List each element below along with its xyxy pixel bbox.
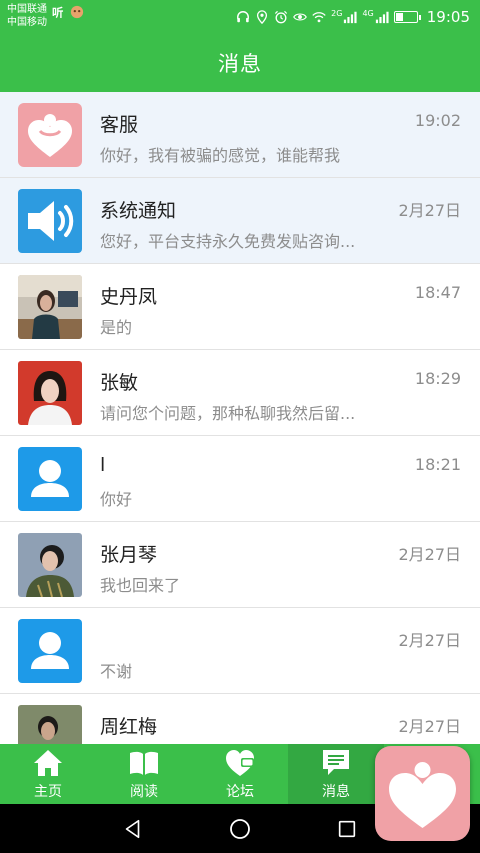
eye-comfort-icon [293,13,308,21]
book-icon [130,751,158,775]
message-time: 2月27日 [398,201,461,220]
message-time: 2月27日 [398,717,461,736]
message-preview: 我也回来了 [100,576,181,595]
avatar-photo [18,361,82,425]
status-right: 2G 4G 19:05 [236,6,470,28]
contact-name: 客服 [100,114,139,136]
headset-icon [237,11,250,23]
contact-name: 张敏 [100,372,139,394]
floating-app-button[interactable] [375,746,470,841]
nav-home-button[interactable] [220,809,260,849]
default-user-icon [31,460,69,497]
app-notification-icon [70,5,84,19]
heart-chat-icon [226,750,254,776]
avatar [18,447,82,511]
message-time: 18:29 [414,369,461,388]
tab-label: 主页 [34,784,62,800]
nav-back-button[interactable] [113,809,153,849]
back-icon [126,819,140,838]
avatar-photo [18,533,82,597]
tab-reading[interactable]: 阅读 [96,744,192,804]
contact-name: l [100,454,106,476]
tab-home[interactable]: 主页 [0,744,96,804]
alarm-icon [275,10,288,24]
avatar-photo [18,275,82,339]
wifi-icon [312,12,326,23]
signal-1-icon [344,11,358,24]
listen-app-icon: 听 [52,5,64,19]
message-row-customer-service[interactable]: 客服 19:02 你好，我有被骗的感觉，谁能帮我 [0,92,480,178]
network-type-2: 4G [362,8,374,18]
message-time: 18:47 [414,283,461,302]
person-photo [18,361,82,425]
message-row[interactable]: 张月琴 2月27日 我也回来了 [0,522,480,608]
avatar [18,619,82,683]
message-time: 19:02 [414,111,461,130]
avatar-photo [18,705,82,744]
status-notification-icons: 听 [52,5,84,19]
heart-icon [28,114,72,157]
speaker-icon [28,201,74,241]
default-user-icon [31,632,69,669]
message-time: 2月27日 [398,631,461,650]
carrier-info: 中国联通 中国移动 [7,3,47,29]
message-row-system-notice[interactable]: 系统通知 2月27日 您好，平台支持永久免费发贴咨询... [0,178,480,264]
contact-name: 系统通知 [100,200,177,222]
message-row[interactable]: 史丹凤 18:47 是的 [0,264,480,350]
svg-text:听: 听 [52,5,64,19]
battery-level [395,13,404,21]
message-row[interactable]: 周红梅 2月27日 [0,694,480,744]
contact-name: 张月琴 [100,544,158,566]
message-row[interactable]: 2月27日 不谢 [0,608,480,694]
person-photo [18,275,82,339]
avatar [18,103,82,167]
recents-icon [338,820,355,837]
person-photo [18,705,82,744]
message-preview: 请问您个问题，那种私聊我然后留... [100,404,356,423]
message-list[interactable]: 客服 19:02 你好，我有被骗的感觉，谁能帮我 系统通知 2月27日 您好，平… [0,92,480,744]
person-photo [18,533,82,597]
network-type-1: 2G [331,8,343,18]
tab-forum[interactable]: 论坛 [192,744,288,804]
tab-label: 阅读 [130,784,158,800]
message-time: 18:21 [414,455,461,474]
avatar [18,189,82,253]
tab-messages[interactable]: 消息 [288,744,384,804]
tab-label: 论坛 [226,784,254,800]
status-clock: 19:05 [426,8,470,26]
location-icon [257,10,268,24]
carrier-2: 中国移动 [7,17,47,28]
message-time: 2月27日 [398,545,461,564]
home-circle-icon [230,818,250,839]
tab-label: 消息 [322,784,350,800]
carrier-1: 中国联通 [7,4,47,15]
status-bar: 中国联通 中国移动 听 2G 4G 19:05 [0,0,480,34]
message-preview: 是的 [100,318,133,337]
message-preview: 你好，我有被骗的感觉，谁能帮我 [100,146,341,165]
page-title: 消息 [218,52,262,76]
contact-name: 周红梅 [100,716,158,738]
contact-name: 史丹凤 [100,286,158,308]
message-preview: 不谢 [100,662,133,681]
message-row[interactable]: 张敏 18:29 请问您个问题，那种私聊我然后留... [0,350,480,436]
message-preview: 你好 [100,490,133,509]
screen: 中国联通 中国移动 听 2G 4G 19:05 消息 客服 19:02 你好，我… [0,0,480,853]
home-icon [34,750,62,776]
title-bar: 消息 [0,34,480,92]
signal-2-icon [375,11,389,24]
heart-icon [389,762,456,828]
message-icon [323,750,349,775]
nav-recents-button[interactable] [327,809,367,849]
message-preview: 您好，平台支持永久免费发贴咨询... [100,232,356,251]
battery-icon [393,11,421,23]
message-row[interactable]: l 18:21 你好 [0,436,480,522]
